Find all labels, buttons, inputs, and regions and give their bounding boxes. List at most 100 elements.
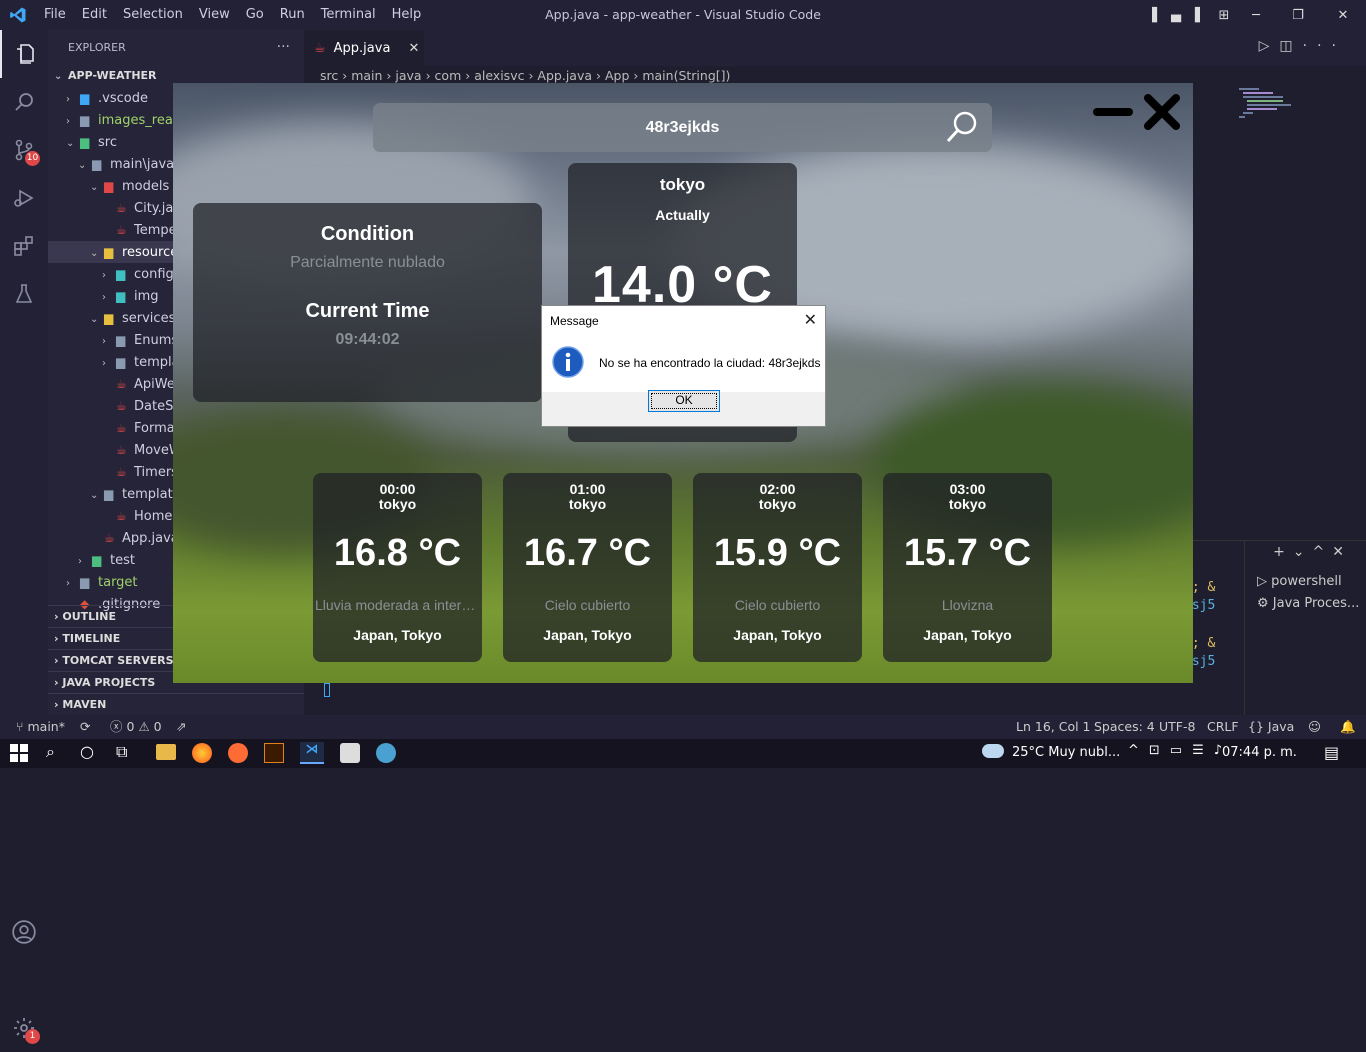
breadcrumb-item[interactable]: java <box>395 68 421 83</box>
taskbar-search-icon[interactable]: ⌕ <box>46 742 55 762</box>
more-icon[interactable]: ··· <box>1303 38 1346 54</box>
run-file-icon[interactable]: ▷ <box>1259 38 1280 54</box>
close-tab-icon[interactable]: ✕ <box>408 41 419 56</box>
terminal-session-powershell[interactable]: ▷ powershell <box>1245 571 1366 593</box>
run-debug-icon[interactable] <box>0 174 48 222</box>
branch-name: main* <box>27 719 65 734</box>
restore-window-button[interactable]: ❐ <box>1276 8 1320 23</box>
dialog-close-icon[interactable]: ✕ <box>804 306 817 336</box>
tab-app-java[interactable]: ☕ App.java ✕ <box>304 30 424 66</box>
app-icon[interactable] <box>264 743 284 763</box>
chevron-icon: › <box>66 578 70 589</box>
sync-icon[interactable]: ⟳ <box>80 715 90 739</box>
condition-value: Parcialmente nublado <box>290 254 445 271</box>
source-control-icon[interactable]: 10 <box>0 126 48 174</box>
hourly-desc: Llovizna <box>941 597 994 613</box>
source-control-badge: 10 <box>25 151 40 166</box>
terminal-session-java[interactable]: ⚙ Java Proces... <box>1245 593 1366 615</box>
toggle-sidebar-icon[interactable]: ▐ <box>1140 8 1164 23</box>
menu-terminal[interactable]: Terminal <box>313 0 384 30</box>
sidebar-section[interactable]: › MAVEN <box>48 693 304 715</box>
firefox-icon[interactable] <box>192 743 212 763</box>
menu-selection[interactable]: Selection <box>115 0 191 30</box>
search-icon[interactable] <box>0 78 48 126</box>
task-view-icon[interactable]: ⧉ <box>116 742 127 762</box>
postman-icon[interactable] <box>228 743 248 763</box>
branch-icon: ⑂ <box>16 719 24 734</box>
extensions-icon[interactable] <box>0 222 48 270</box>
cortana-icon[interactable]: ○ <box>80 742 94 761</box>
system-tray[interactable]: ^⊡▭☰♪ <box>1128 743 1232 758</box>
account-icon[interactable] <box>0 908 48 956</box>
indentation[interactable]: Spaces: 4 <box>1094 715 1155 739</box>
breadcrumb-item[interactable]: alexisvc <box>474 68 524 83</box>
breadcrumb-item[interactable]: App.java <box>537 68 592 83</box>
problems-status[interactable]: ⓧ 0 ⚠ 0 <box>110 715 162 739</box>
vscode-taskbar-icon[interactable]: ⋊ <box>300 742 324 764</box>
section-label: TIMELINE <box>62 632 121 645</box>
manage-gear-icon[interactable]: 1 <box>0 1004 48 1052</box>
app2-icon[interactable] <box>376 743 396 763</box>
ok-button[interactable]: OK <box>648 390 720 412</box>
encoding[interactable]: UTF-8 <box>1159 715 1195 739</box>
feedback-icon[interactable]: ☺ <box>1308 715 1321 739</box>
breadcrumb-item[interactable]: com <box>435 68 462 83</box>
menu-help[interactable]: Help <box>384 0 430 30</box>
live-share-icon[interactable]: ⇗ <box>176 715 186 739</box>
app-minimize-button[interactable] <box>1093 108 1133 116</box>
menu-view[interactable]: View <box>191 0 238 30</box>
hourly-location: Japan, Tokyo <box>923 627 1012 643</box>
hourly-time: 03:00 <box>949 481 986 497</box>
menu-run[interactable]: Run <box>272 0 313 30</box>
explorer-icon[interactable] <box>0 30 48 78</box>
testing-icon[interactable] <box>0 270 48 318</box>
status-bar: ⑂ main* ⟳ ⓧ 0 ⚠ 0 ⇗ Ln 16, Col 1 Spaces:… <box>0 715 1366 739</box>
menu-go[interactable]: Go <box>238 0 272 30</box>
language-mode[interactable]: {} Java <box>1248 715 1294 739</box>
customize-layout-icon[interactable]: ⊞ <box>1212 8 1236 23</box>
app-close-button[interactable] <box>1143 93 1181 131</box>
editor-actions: ▷◫··· <box>1259 38 1346 54</box>
notifications-icon[interactable]: 🔔 <box>1340 715 1356 739</box>
hourly-location: Japan, Tokyo <box>543 627 632 643</box>
menu-file[interactable]: File <box>36 0 74 30</box>
file-explorer-icon[interactable] <box>156 744 176 760</box>
menu-edit[interactable]: Edit <box>74 0 115 30</box>
java-app-icon[interactable] <box>340 743 360 763</box>
chevron-icon: › <box>66 94 70 105</box>
section-label: MAVEN <box>62 698 107 711</box>
toggle-panel-icon[interactable]: ▄ <box>1164 8 1188 23</box>
folder-test-icon: ▆ <box>92 553 102 567</box>
windows-start-icon[interactable] <box>10 744 28 766</box>
minimize-window-button[interactable]: ─ <box>1236 8 1276 23</box>
end-of-line[interactable]: CRLF <box>1207 715 1239 739</box>
breadcrumb-item[interactable]: main <box>351 68 382 83</box>
breadcrumb-item[interactable]: src <box>320 68 338 83</box>
breadcrumb-item[interactable]: main(String[]) <box>642 68 730 83</box>
warning-icon: ⚠ <box>138 719 150 734</box>
vscode-logo-icon <box>0 0 36 30</box>
tree-item-label: test <box>110 553 135 568</box>
hourly-card: 02:00 tokyo 15.9 °C Cielo cubierto Japan… <box>693 473 862 662</box>
hourly-city: tokyo <box>948 496 987 512</box>
close-window-button[interactable]: ✕ <box>1320 8 1366 23</box>
dialog-titlebar: Message ✕ <box>542 306 825 336</box>
toggle-secondary-sidebar-icon[interactable]: ▌ <box>1188 8 1212 23</box>
taskbar-weather[interactable]: 25°C Muy nubl... <box>1012 745 1120 760</box>
clock[interactable]: 07:44 p. m. <box>1222 745 1297 760</box>
city-search-input[interactable]: 48r3ejkds <box>373 103 992 152</box>
split-editor-icon[interactable]: ◫ <box>1279 38 1302 54</box>
chevron-icon: › <box>102 270 106 281</box>
branch-status[interactable]: ⑂ main* <box>16 715 65 739</box>
hourly-temp: 15.7 °C <box>903 532 1032 574</box>
search-icon[interactable] <box>944 109 980 145</box>
cursor-position[interactable]: Ln 16, Col 1 <box>1016 715 1091 739</box>
tree-item-label: App.java <box>122 531 179 546</box>
more-actions-icon[interactable]: ··· <box>277 30 290 65</box>
chevron-icon: › <box>102 336 106 347</box>
java-file-icon: ☕ <box>116 201 127 215</box>
action-center-icon[interactable]: ▤ <box>1324 743 1339 762</box>
minimap[interactable] <box>1235 86 1353 146</box>
breadcrumb-item[interactable]: App <box>605 68 629 83</box>
folder-icon: ▆ <box>116 355 126 369</box>
